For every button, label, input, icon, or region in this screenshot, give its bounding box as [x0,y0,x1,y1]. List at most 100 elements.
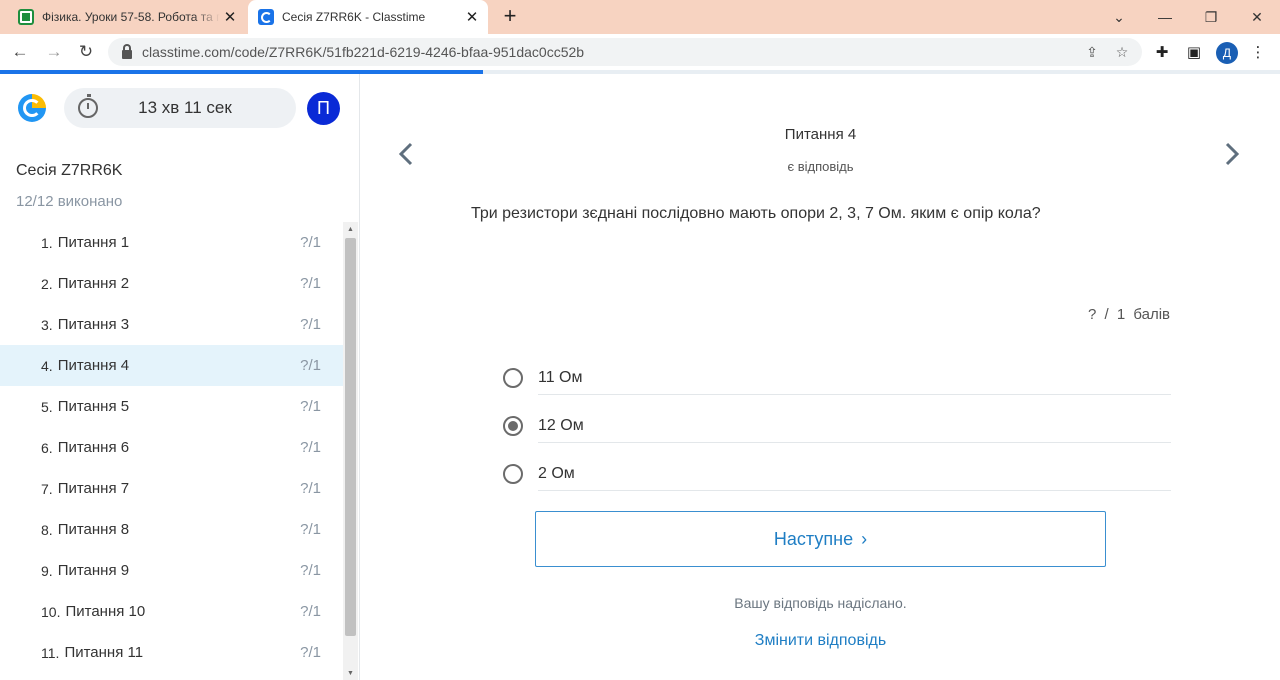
submission-message: Вашу відповідь надіслано. [734,595,907,611]
question-list-item[interactable]: 1. Питання 1 ?/1 [0,222,343,263]
stopwatch-icon [78,94,98,118]
option-label: 2 Ом [538,457,1171,491]
radio-button[interactable] [503,368,523,388]
next-button-label: Наступне [773,528,854,549]
question-list-item[interactable]: 10. Питання 10 ?/1 [0,591,343,632]
question-label: Питання 10 [65,603,146,620]
restore-icon[interactable]: ❐ [1188,0,1234,34]
question-number: 9. [41,562,53,579]
question-score: ?/1 [300,234,321,251]
question-label: Питання 9 [57,562,130,579]
question-panel: Питання 4 є відповідь Три резистори зєдн… [361,74,1280,680]
question-score: ?/1 [300,275,321,292]
question-list-item[interactable]: 2. Питання 2 ?/1 [0,263,343,304]
scroll-down-icon[interactable]: ▼ [343,666,358,680]
scrollbar-thumb[interactable] [345,238,356,636]
question-list-item[interactable]: 7. Питання 7 ?/1 [0,468,343,509]
question-list-item[interactable]: 5. Питання 5 ?/1 [0,386,343,427]
classroom-icon [18,9,34,25]
question-number: 10. [41,603,61,620]
question-label: Питання 2 [57,275,130,292]
question-label: Питання 4 [57,357,130,374]
close-tab-icon[interactable]: ✕ [220,7,240,27]
answer-option[interactable]: 12 Ом [503,409,1171,443]
question-label: Питання 3 [57,316,130,333]
question-score: ?/1 [300,316,321,333]
timer-value: 13 хв 11 сек [138,98,232,117]
browser-tab-classtime[interactable]: Сесія Z7RR6K - Classtime ✕ [248,0,488,34]
bookmark-star-icon[interactable]: ☆ [1112,42,1132,62]
question-number: 11. [41,644,60,661]
question-list: 1. Питання 1 ?/1 2. Питання 2 ?/1 3. Питання 3?… [0,222,343,680]
question-list-item[interactable]: 8. Питання 8 ?/1 [0,509,343,550]
question-list-item[interactable]: 11. Питання 11 ?/1 [0,632,343,673]
profile-avatar[interactable]: Д [1216,42,1238,64]
question-list-scrollbar[interactable]: ▲ ▼ [343,222,358,680]
option-label: 12 Ом [538,409,1171,443]
tab-title: Фізика. Уроки 57-58. Робота та потужніст… [42,10,220,24]
question-label: Питання 6 [57,439,130,456]
answer-option[interactable]: 2 Ом [503,457,1171,491]
question-label: Питання 7 [57,480,130,497]
question-number: 6. [41,439,53,456]
lock-icon [122,43,132,59]
question-number: 4. [41,357,53,374]
reload-icon[interactable]: ↻ [74,40,98,64]
question-number: 1. [41,234,53,251]
more-menu-icon[interactable]: ⋮ [1248,42,1268,62]
forward-arrow-icon[interactable]: → [42,40,66,64]
url-text[interactable]: classtime.com/code/Z7RR6K/51fb221d-6219-… [142,44,1082,60]
close-tab-icon[interactable]: ✕ [462,7,482,27]
question-label: Питання 11 [64,644,144,661]
browser-tab-physics[interactable]: Фізика. Уроки 57-58. Робота та потужніст… [10,0,246,34]
question-text: Три резистори зєднані послідовно мають о… [471,205,1041,222]
question-list-item[interactable]: 4. Питання 4 ?/1 [0,345,343,386]
session-timer: 13 хв 11 сек [64,88,296,128]
question-number: 7. [41,480,53,497]
question-number: 2. [41,275,53,292]
sidebar: 13 хв 11 сек П Сесія Z7RR6K 12/12 викона… [0,74,360,680]
answer-option[interactable]: 11 Ом [503,361,1171,395]
question-number: 5. [41,398,53,415]
back-arrow-icon[interactable]: ← [8,40,32,64]
classtime-icon [258,9,274,25]
radio-button[interactable] [503,464,523,484]
question-score: ?/1 [300,644,321,661]
close-window-icon[interactable]: ✕ [1234,0,1280,34]
question-score: ?/1 [300,398,321,415]
question-number: 3. [41,316,53,333]
next-button[interactable]: Наступне › [535,511,1106,567]
option-label: 11 Ом [538,361,1171,395]
scroll-up-icon[interactable]: ▲ [343,222,358,236]
session-progress: 12/12 виконано [16,193,123,210]
share-icon[interactable]: ⇪ [1082,42,1102,62]
minimize-icon[interactable]: — [1142,0,1188,34]
browser-toolbar: ← → ↻ classtime.com/code/Z7RR6K/51fb221d… [0,34,1280,70]
change-answer-link[interactable]: Змінити відповідь [361,632,1280,650]
question-score: ?/1 [300,357,321,374]
question-number: 8. [41,521,53,538]
new-tab-button[interactable]: + [498,5,522,29]
question-heading: Питання 4 [784,126,857,143]
user-avatar[interactable]: П [307,92,340,125]
question-label: Питання 1 [57,234,130,251]
question-list-item[interactable]: 9. Питання 9 ?/1 [0,550,343,591]
points-label: ? / 1 балів [1088,306,1170,323]
session-title: Сесія Z7RR6K [16,162,123,179]
classtime-logo[interactable] [18,94,46,122]
question-score: ?/1 [300,521,321,538]
question-score: ?/1 [300,562,321,579]
question-score: ?/1 [300,603,321,620]
radio-button[interactable] [503,416,523,436]
side-panel-icon[interactable]: ▣ [1184,42,1204,62]
question-score: ?/1 [300,439,321,456]
question-list-item[interactable]: 6. Питання 6 ?/1 [0,427,343,468]
next-question-icon[interactable] [1217,134,1247,174]
address-bar[interactable]: classtime.com/code/Z7RR6K/51fb221d-6219-… [108,38,1142,66]
answer-status: є відповідь [787,159,854,174]
tab-strip: Фізика. Уроки 57-58. Робота та потужніст… [0,0,1280,34]
extensions-puzzle-icon[interactable]: ✚ [1152,42,1172,62]
question-label: Питання 8 [57,521,130,538]
question-list-item[interactable]: 3. Питання 3 ?/1 [0,304,343,345]
tab-search-icon[interactable]: ⌄ [1096,0,1142,34]
